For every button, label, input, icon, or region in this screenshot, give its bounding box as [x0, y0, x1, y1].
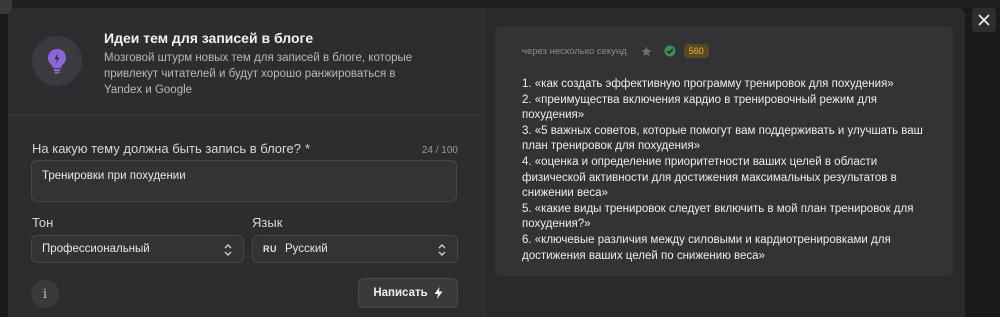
chevron-updown-icon	[224, 244, 232, 256]
tone-select[interactable]: Профессиональный	[31, 235, 244, 263]
tool-description: Мозговой штурм новых тем для записей в б…	[104, 52, 413, 96]
result-line: 3. «5 важных советов, которые помогут ва…	[522, 124, 923, 153]
check-circle-icon	[664, 45, 676, 57]
result-line: 1. «как создать эффективную программу тр…	[522, 78, 894, 90]
character-counter: 24 / 100	[421, 145, 458, 156]
tone-label: Тон	[32, 215, 54, 230]
tool-modal: Идеи тем для записей в блоге Мозговой шт…	[8, 8, 965, 317]
star-icon[interactable]	[641, 45, 652, 57]
topic-input[interactable]: Тренировки при похудении	[31, 160, 457, 202]
tool-header: Идеи тем для записей в блоге Мозговой шт…	[8, 8, 483, 116]
token-badge: 560	[683, 44, 709, 58]
close-button[interactable]	[972, 8, 996, 32]
chevron-updown-icon	[438, 244, 446, 256]
required-mark: *	[304, 141, 311, 156]
close-icon	[978, 14, 990, 26]
lightbulb-icon	[32, 36, 82, 86]
tool-title: Идеи тем для записей в блоге	[104, 30, 314, 46]
background-strip	[0, 0, 1000, 14]
result-line: 4. «оценка и определение приоритетности …	[522, 155, 897, 200]
result-line: 5. «какие виды тренировок следует включи…	[522, 202, 914, 231]
write-button[interactable]: Написать	[358, 278, 458, 308]
language-flag: RU	[263, 244, 277, 254]
language-select[interactable]: RU Русский	[252, 235, 458, 263]
language-value: Русский	[285, 243, 328, 255]
info-button[interactable]: i	[31, 280, 59, 308]
result-line: 6. «ключевые различия между силовыми и к…	[522, 233, 891, 262]
result-line: 2. «преимущества включения кардио в трен…	[522, 93, 878, 122]
result-timestamp: через несколько секунд	[522, 45, 627, 57]
tone-value: Профессиональный	[42, 243, 150, 255]
lightning-icon	[434, 287, 443, 299]
topic-question-text: На какую тему должна быть запись в блоге…	[32, 141, 301, 156]
language-label: Язык	[252, 215, 283, 230]
topic-question-label: На какую тему должна быть запись в блоге…	[32, 141, 310, 156]
form-panel: Идеи тем для записей в блоге Мозговой шт…	[8, 8, 483, 317]
info-icon: i	[42, 286, 48, 302]
write-button-label: Написать	[373, 287, 428, 299]
result-text: 1. «как создать эффективную программу тр…	[522, 77, 932, 264]
result-card: через несколько секунд 560 1. «как созда…	[495, 26, 953, 276]
result-meta: через несколько секунд 560	[522, 44, 709, 58]
panel-divider	[484, 8, 485, 317]
